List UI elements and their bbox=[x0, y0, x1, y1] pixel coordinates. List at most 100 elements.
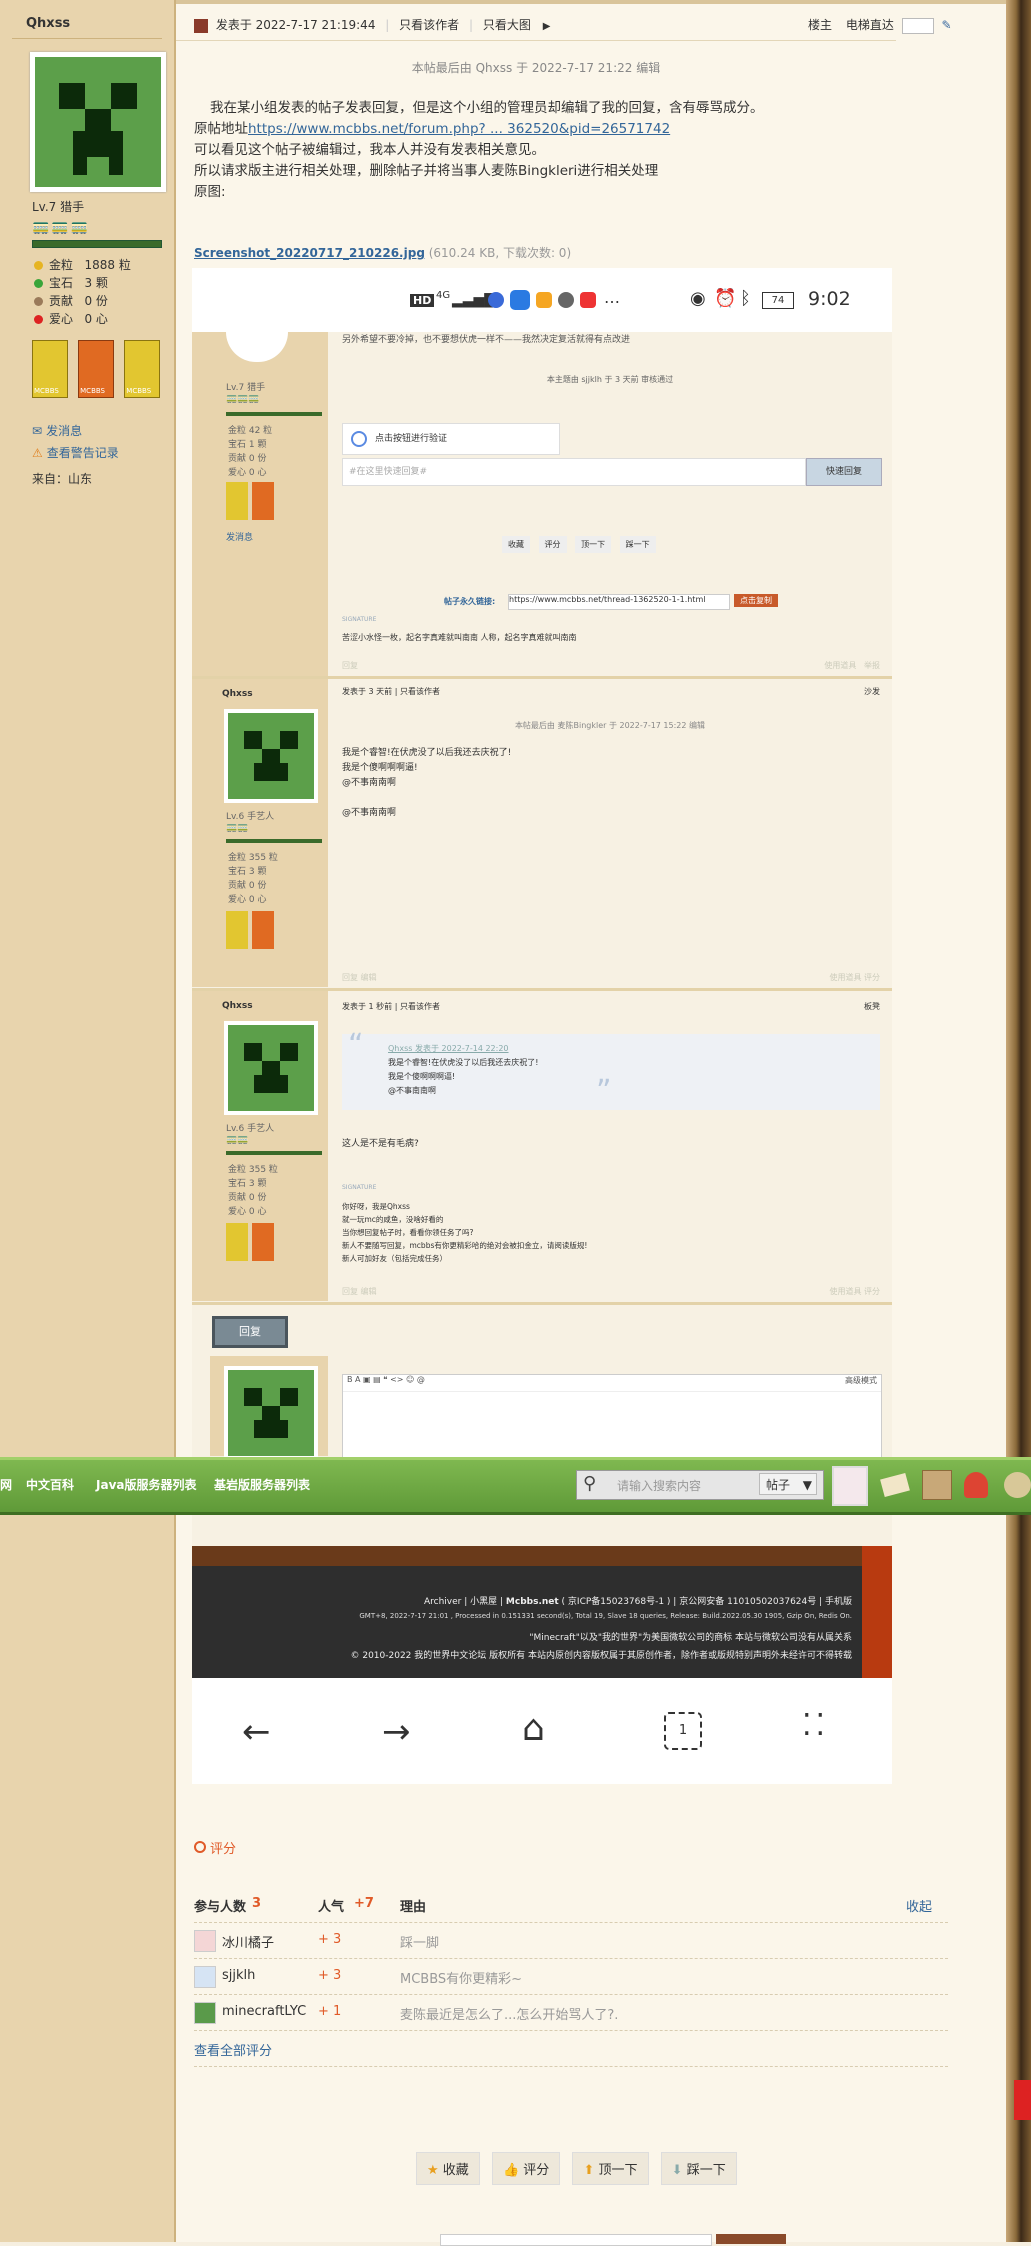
badge-pickaxe-icon[interactable]: MCBBS bbox=[32, 340, 68, 398]
elevator-input[interactable] bbox=[901, 17, 934, 34]
ss-avatar-2 bbox=[224, 709, 318, 803]
rating-row: 冰川橘子 + 3 踩一脚 bbox=[194, 1922, 948, 1959]
app-icon-yellow bbox=[536, 292, 552, 308]
permalink-input[interactable] bbox=[440, 2234, 712, 2246]
box-icon[interactable] bbox=[922, 1470, 952, 1500]
ss-verify-button[interactable]: 点击按钮进行验证 bbox=[342, 423, 560, 455]
hd-icon: HD bbox=[410, 294, 435, 307]
ss-body-2: 我是个睿智!在伏虎没了以后我还去庆祝了! 我是个傻啊啊啊逼! @不事南南啊 @不事南南… bbox=[342, 748, 512, 818]
ss-avatar-1 bbox=[226, 332, 288, 362]
search-scope-select[interactable]: 帖子 ▼ bbox=[759, 1473, 817, 1495]
footer-meta: GMT+8, 2022-7-17 21:01 , Processed in 0.… bbox=[359, 1612, 852, 1620]
collapse-link[interactable]: 收起 bbox=[906, 1896, 932, 1915]
only-author-link[interactable]: 只看该作者 bbox=[399, 18, 459, 32]
upvote-button[interactable]: ⬆ 顶一下 bbox=[572, 2152, 649, 2185]
search-input[interactable]: 请输入搜索内容 bbox=[617, 1477, 701, 1494]
author-level: Lv.7 猎手 bbox=[32, 200, 85, 214]
divider bbox=[176, 40, 896, 41]
ss-permalink-input[interactable]: https://www.mcbbs.net/thread-1362520-1-1… bbox=[508, 594, 730, 610]
music-app-icon bbox=[488, 292, 504, 308]
ss-quick-reply-button[interactable]: 快速回复 bbox=[806, 458, 882, 486]
ss-name-3: Qhxss bbox=[222, 1001, 253, 1011]
attachment-link[interactable]: Screenshot_20220717_210226.jpg bbox=[194, 246, 425, 260]
nav-item[interactable]: 网 bbox=[0, 1476, 12, 1493]
ss-stats-1: 金粒 42 粒宝石 1 颗贡献 0 份爱心 0 心 bbox=[228, 426, 273, 478]
nav-item-bedrock-servers[interactable]: 基岩版服务器列表 bbox=[214, 1476, 310, 1493]
search-icon[interactable]: ⚲ bbox=[583, 1473, 596, 1494]
ss-quick-reply-input[interactable]: #在这里快速回复# bbox=[342, 458, 806, 486]
verify-icon bbox=[351, 430, 367, 447]
ss-copy-button[interactable]: 点击复制 bbox=[734, 594, 778, 607]
warning-icon: ⚠ bbox=[32, 446, 43, 460]
tabs-icon[interactable]: 1 bbox=[664, 1712, 702, 1750]
ss-rate-button: 评分 bbox=[538, 536, 567, 553]
footer-links: Archiver | 小黑屋 | Mcbbs.net ( 京ICP备150237… bbox=[423, 1597, 852, 1607]
edit-note: 本帖最后由 Qhxss 于 2022-7-17 21:22 编辑 bbox=[411, 61, 661, 75]
ss-badge-icon bbox=[226, 482, 248, 520]
ss-progress bbox=[226, 839, 322, 843]
nav-item-java-servers[interactable]: Java版服务器列表 bbox=[96, 1476, 196, 1493]
level-progress bbox=[32, 240, 162, 248]
app-icon-red bbox=[580, 292, 596, 308]
rating-footer: 查看全部评分 bbox=[194, 2030, 948, 2067]
ss-review-note: 本主题由 sjjklh 于 3 天前 审核通过 bbox=[546, 375, 674, 384]
send-message-link[interactable]: ✉ 发消息 bbox=[32, 422, 82, 439]
rate-button[interactable]: 👍 评分 bbox=[491, 2152, 561, 2185]
more-icon: … bbox=[604, 288, 620, 307]
rating-icon bbox=[194, 1841, 206, 1853]
elevator-label: 电梯直达 bbox=[845, 18, 894, 32]
love-icon bbox=[34, 315, 43, 324]
copy-button[interactable] bbox=[716, 2234, 786, 2244]
rating-row: sjjklh + 3 MCBBS有你更精彩~ bbox=[194, 1958, 948, 1995]
back-icon[interactable]: ← bbox=[242, 1712, 271, 1752]
nav-item-wiki[interactable]: 中文百科 bbox=[26, 1476, 74, 1493]
post-status-icon bbox=[194, 18, 208, 33]
ss-level-1: Lv.7 猎手 bbox=[226, 383, 266, 393]
view-all-ratings-link[interactable]: 查看全部评分 bbox=[194, 2040, 272, 2059]
jump-icon[interactable]: ✎ bbox=[942, 18, 952, 32]
level-icons: 🚃🚃🚃 bbox=[32, 219, 91, 235]
ss-avatar-4 bbox=[224, 1366, 318, 1460]
potion-icon[interactable] bbox=[964, 1472, 988, 1498]
author-sidebar: Qhxss Lv.7 猎手 🚃🚃🚃 金粒 1888 粒 宝石 3 颗 贡献 0 … bbox=[0, 0, 176, 2242]
favorite-button[interactable]: ★ 收藏 bbox=[416, 2152, 480, 2185]
home-icon[interactable]: ⌂ bbox=[522, 1708, 545, 1749]
rating-row: minecraftLYC + 1 麦陈最近是怎么了...怎么开始骂人了?. bbox=[194, 1994, 948, 2031]
warning-record-link[interactable]: ⚠ 查看警告记录 bbox=[32, 444, 119, 461]
page-edge-decoration bbox=[1006, 0, 1031, 2242]
message-icon[interactable] bbox=[880, 1472, 910, 1498]
forward-icon[interactable]: → bbox=[382, 1712, 411, 1752]
menu-icon[interactable]: ⁚⁚ bbox=[802, 1708, 829, 1743]
stat-gold: 金粒 1888 粒 bbox=[34, 256, 131, 274]
ss-stats-3: 金粒 355 粒宝石 3 颗贡献 0 份爱心 0 心 bbox=[228, 1165, 278, 1217]
badge-plant-icon[interactable]: MCBBS bbox=[78, 340, 115, 398]
original-post-link[interactable]: https://www.mcbbs.net/forum.php? ... 362… bbox=[248, 121, 670, 137]
gem-icon bbox=[34, 279, 43, 288]
ss-sig3-label: SIGNATURE bbox=[342, 1184, 377, 1191]
search-box: ⚲ 请输入搜索内容 帖子 ▼ bbox=[576, 1470, 824, 1500]
battery-icon: 74 bbox=[762, 292, 794, 309]
badge-axe-icon[interactable]: MCBBS bbox=[124, 340, 161, 398]
ss-editor[interactable]: B A ▣ ▤ ❝ <> ☺ @ 高级模式 bbox=[342, 1374, 882, 1458]
post-header: 发表于 2022-7-17 21:19:44 | 只看该作者 | 只看大图 ▶ bbox=[194, 16, 890, 33]
ss-user-panel-3: Qhxss Lv.6 手艺人 🚃🚃 金粒 355 粒宝石 3 颗贡献 0 份爱心… bbox=[192, 991, 328, 1301]
downvote-button[interactable]: ⬇ 踩一下 bbox=[660, 2152, 737, 2185]
ss-quote-head: Qhxss 发表于 2022-7-14 22:20 bbox=[388, 1044, 509, 1053]
author-name[interactable]: Qhxss bbox=[26, 16, 70, 31]
user-avatar[interactable] bbox=[832, 1466, 868, 1506]
footer-copyright: © 2010-2022 我的世界中文论坛 版权所有 本站内原创内容版权属于其原创… bbox=[350, 1651, 852, 1661]
ss-user-panel-2: Qhxss Lv.6 手艺人 🚃🚃 金粒 355 粒宝石 3 颗贡献 0 份爱心… bbox=[192, 679, 328, 987]
author-avatar[interactable] bbox=[30, 52, 166, 192]
body-line: 我在某小组发表的帖子发表回复，但是这个小组的管理员却编辑了我的回复，含有辱骂成分… bbox=[210, 100, 764, 116]
star-icon: ★ bbox=[427, 2163, 439, 2178]
avatar bbox=[194, 1966, 216, 1988]
ss-post-header-2: 发表于 3 天前 | 只看该作者 沙发 bbox=[342, 687, 880, 696]
big-image-link[interactable]: 只看大图 bbox=[483, 18, 531, 32]
ss-action-buttons: 收藏 评分 顶一下 踩一下 bbox=[502, 536, 656, 553]
cookie-icon[interactable] bbox=[1004, 1472, 1031, 1498]
post-main: 发表于 2022-7-17 21:19:44 | 只看该作者 | 只看大图 ▶ … bbox=[176, 0, 1006, 2246]
ss-sig3: 你好呀，我是Qhxss 就一玩mc的咸鱼，没啥好看的 当你想回复帖子时，看看你领任务… bbox=[342, 1202, 588, 1263]
embedded-screenshot[interactable]: HD 4G ▂▃▅▇ … ◉ ⏰ ᛒ 74 9:02 Lv.7 猎手 🚃🚃🚃 金… bbox=[192, 268, 892, 1784]
ss-reply-button[interactable]: 回复 bbox=[212, 1316, 288, 1348]
post-time: 发表于 2022-7-17 21:19:44 bbox=[215, 18, 376, 32]
